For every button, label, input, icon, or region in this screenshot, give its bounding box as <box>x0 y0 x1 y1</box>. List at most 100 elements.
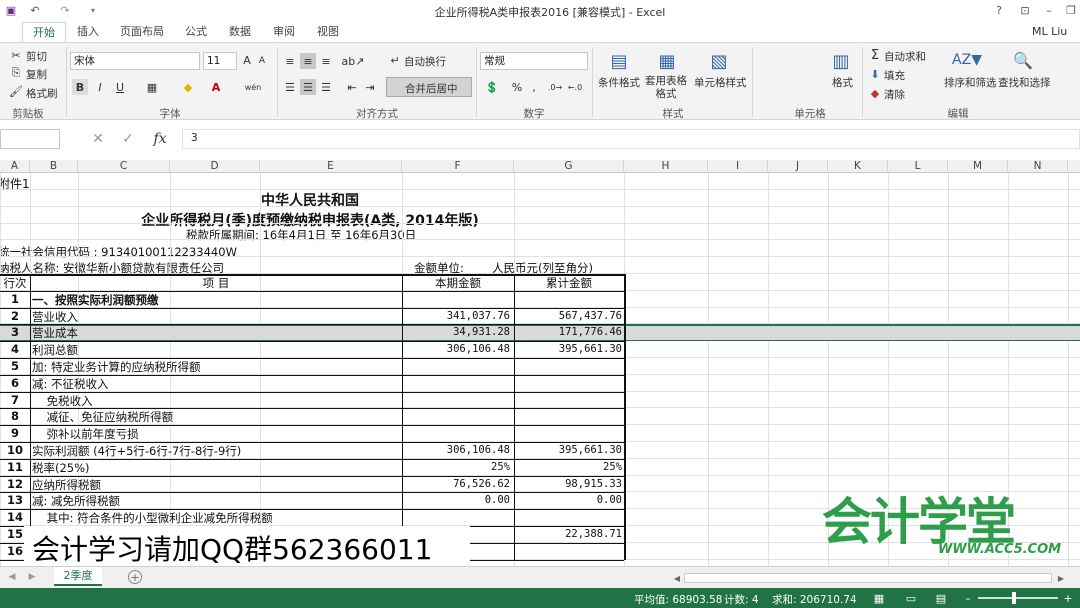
row-current[interactable]: 34,931.28 <box>402 326 510 338</box>
row-current[interactable]: 341,037.76 <box>402 310 510 322</box>
underline-button[interactable]: U <box>112 79 128 95</box>
font-name-select[interactable]: 宋体 <box>70 52 200 70</box>
merge-center-button[interactable]: 合并后居中 <box>386 77 472 97</box>
row-item[interactable]: 减: 减免所得税额 <box>32 493 120 509</box>
zoom-in-icon[interactable]: + <box>1062 591 1074 605</box>
align-right-icon[interactable]: ☰ <box>318 79 334 95</box>
format-cells-icon[interactable]: ▥ <box>828 49 854 73</box>
header-current[interactable]: 本期金额 <box>402 275 514 291</box>
row-current[interactable]: 306,106.48 <box>402 444 510 456</box>
row-item[interactable]: 一、按照实际利润额预缴 <box>32 292 159 308</box>
row-item[interactable]: 减征、免征应纳税所得额 <box>32 409 174 425</box>
tab-data[interactable]: 数据 <box>224 22 256 42</box>
table-format-button[interactable]: 套用表格格式 <box>642 75 690 101</box>
redo-icon[interactable]: ↷ <box>58 3 72 17</box>
row-cumulative[interactable]: 171,776.46 <box>514 326 622 338</box>
increase-indent-icon[interactable]: ⇥ <box>362 79 378 95</box>
formula-input[interactable]: 3 <box>182 129 1080 149</box>
row-number[interactable]: 6 <box>0 376 30 390</box>
column-header-f[interactable]: F <box>402 160 514 173</box>
enter-icon[interactable]: ✓ <box>120 131 136 147</box>
row-number[interactable]: 13 <box>0 493 30 507</box>
column-header-j[interactable]: J <box>768 160 828 173</box>
header-row-no[interactable]: 行次 <box>0 275 30 291</box>
minimize-icon[interactable]: – <box>1042 3 1056 17</box>
help-icon[interactable]: ? <box>992 3 1006 17</box>
row-number[interactable]: 14 <box>0 510 30 524</box>
row-item[interactable]: 税率(25%) <box>32 460 90 476</box>
format-painter-button[interactable]: 格式刷 <box>26 86 58 101</box>
scroll-right-icon[interactable]: ▶ <box>1056 572 1066 584</box>
align-left-icon[interactable]: ☰ <box>282 79 298 95</box>
zoom-slider-thumb[interactable] <box>1012 592 1016 604</box>
find-select-icon[interactable]: 🔍 <box>1010 49 1036 71</box>
row-number[interactable]: 2 <box>0 309 30 323</box>
row-item[interactable]: 应纳所得税额 <box>32 477 101 493</box>
row-number[interactable]: 4 <box>0 342 30 356</box>
row-number[interactable]: 9 <box>0 426 30 440</box>
column-header-m[interactable]: M <box>948 160 1008 173</box>
save-icon[interactable]: ▣ <box>4 3 18 17</box>
bold-button[interactable]: B <box>72 79 88 95</box>
column-header-d[interactable]: D <box>170 160 260 173</box>
sort-filter-button[interactable]: 排序和筛选 <box>944 75 997 90</box>
ribbon-display-icon[interactable]: ⊡ <box>1018 3 1032 17</box>
cell-styles-button[interactable]: 单元格样式 <box>694 75 747 90</box>
normal-view-icon[interactable]: ▦ <box>872 591 886 605</box>
cell-styles-icon[interactable]: ▧ <box>706 49 732 73</box>
zoom-slider[interactable] <box>978 592 1058 604</box>
qat-dropdown-icon[interactable]: ▾ <box>88 3 98 17</box>
percent-button[interactable]: % <box>510 79 524 95</box>
clear-icon[interactable]: ◆ <box>868 86 882 100</box>
row-current[interactable]: 25% <box>402 461 510 473</box>
column-header-b[interactable]: B <box>30 160 78 173</box>
row-number[interactable]: 10 <box>0 443 30 457</box>
increase-decimal-icon[interactable]: .0→ <box>546 79 564 95</box>
tab-review[interactable]: 审阅 <box>268 22 300 42</box>
page-break-view-icon[interactable]: ▤ <box>934 591 948 605</box>
tab-formulas[interactable]: 公式 <box>180 22 212 42</box>
row-item[interactable]: 实际利润额 (4行+5行-6行-7行-8行-9行) <box>32 443 241 459</box>
grow-font-icon[interactable]: A <box>240 53 254 67</box>
wrap-text-icon[interactable]: ↵ <box>388 53 402 67</box>
row-item[interactable]: 减: 不征税收入 <box>32 376 109 392</box>
prev-sheet-icon[interactable]: ◀ <box>6 571 18 583</box>
form-title-1[interactable]: 中华人民共和国 <box>180 190 440 210</box>
accounting-format-icon[interactable]: 💲 <box>484 79 500 95</box>
autosum-button[interactable]: 自动求和 <box>884 49 926 64</box>
row-item[interactable]: 营业收入 <box>32 309 78 325</box>
insert-function-button[interactable]: fx <box>148 131 172 147</box>
format-cells-button[interactable]: 格式 <box>832 75 853 90</box>
row-number[interactable]: 8 <box>0 409 30 423</box>
row-item[interactable]: 弥补以前年度亏损 <box>32 426 139 442</box>
header-item[interactable]: 项 目 <box>30 275 402 291</box>
decrease-indent-icon[interactable]: ⇤ <box>344 79 360 95</box>
table-format-icon[interactable]: ▦ <box>654 49 680 73</box>
row-item[interactable]: 利润总额 <box>32 342 78 358</box>
row-cumulative[interactable]: 567,437.76 <box>514 310 622 322</box>
row-item[interactable]: 营业成本 <box>32 325 78 341</box>
tab-insert[interactable]: 插入 <box>72 22 104 42</box>
next-sheet-icon[interactable]: ▶ <box>26 571 38 583</box>
phonetic-icon[interactable]: wén <box>244 79 262 95</box>
format-painter-icon[interactable]: 🖌 <box>9 85 23 98</box>
row-number[interactable]: 11 <box>0 460 30 474</box>
copy-button[interactable]: 复制 <box>26 67 47 82</box>
align-bottom-icon[interactable]: ≡ <box>318 53 334 69</box>
row-number[interactable]: 7 <box>0 393 30 407</box>
tab-view[interactable]: 视图 <box>312 22 344 42</box>
align-center-icon[interactable]: ☰ <box>300 79 316 95</box>
row-item[interactable]: 免税收入 <box>32 393 93 409</box>
copy-icon[interactable]: ⎘ <box>10 66 22 79</box>
row-number[interactable]: 5 <box>0 359 30 373</box>
comma-button[interactable]: , <box>528 79 540 95</box>
sort-filter-icon[interactable]: AZ▼ <box>952 49 982 71</box>
orientation-icon[interactable]: ab↗ <box>342 53 365 69</box>
column-header-h[interactable]: H <box>624 160 708 173</box>
decrease-decimal-icon[interactable]: ←.0 <box>566 79 584 95</box>
user-name[interactable]: ML Liu <box>1032 25 1067 38</box>
column-header-g[interactable]: G <box>514 160 624 173</box>
column-header-e[interactable]: E <box>260 160 402 173</box>
zoom-out-icon[interactable]: – <box>962 591 974 605</box>
cut-icon[interactable]: ✂ <box>10 49 22 62</box>
